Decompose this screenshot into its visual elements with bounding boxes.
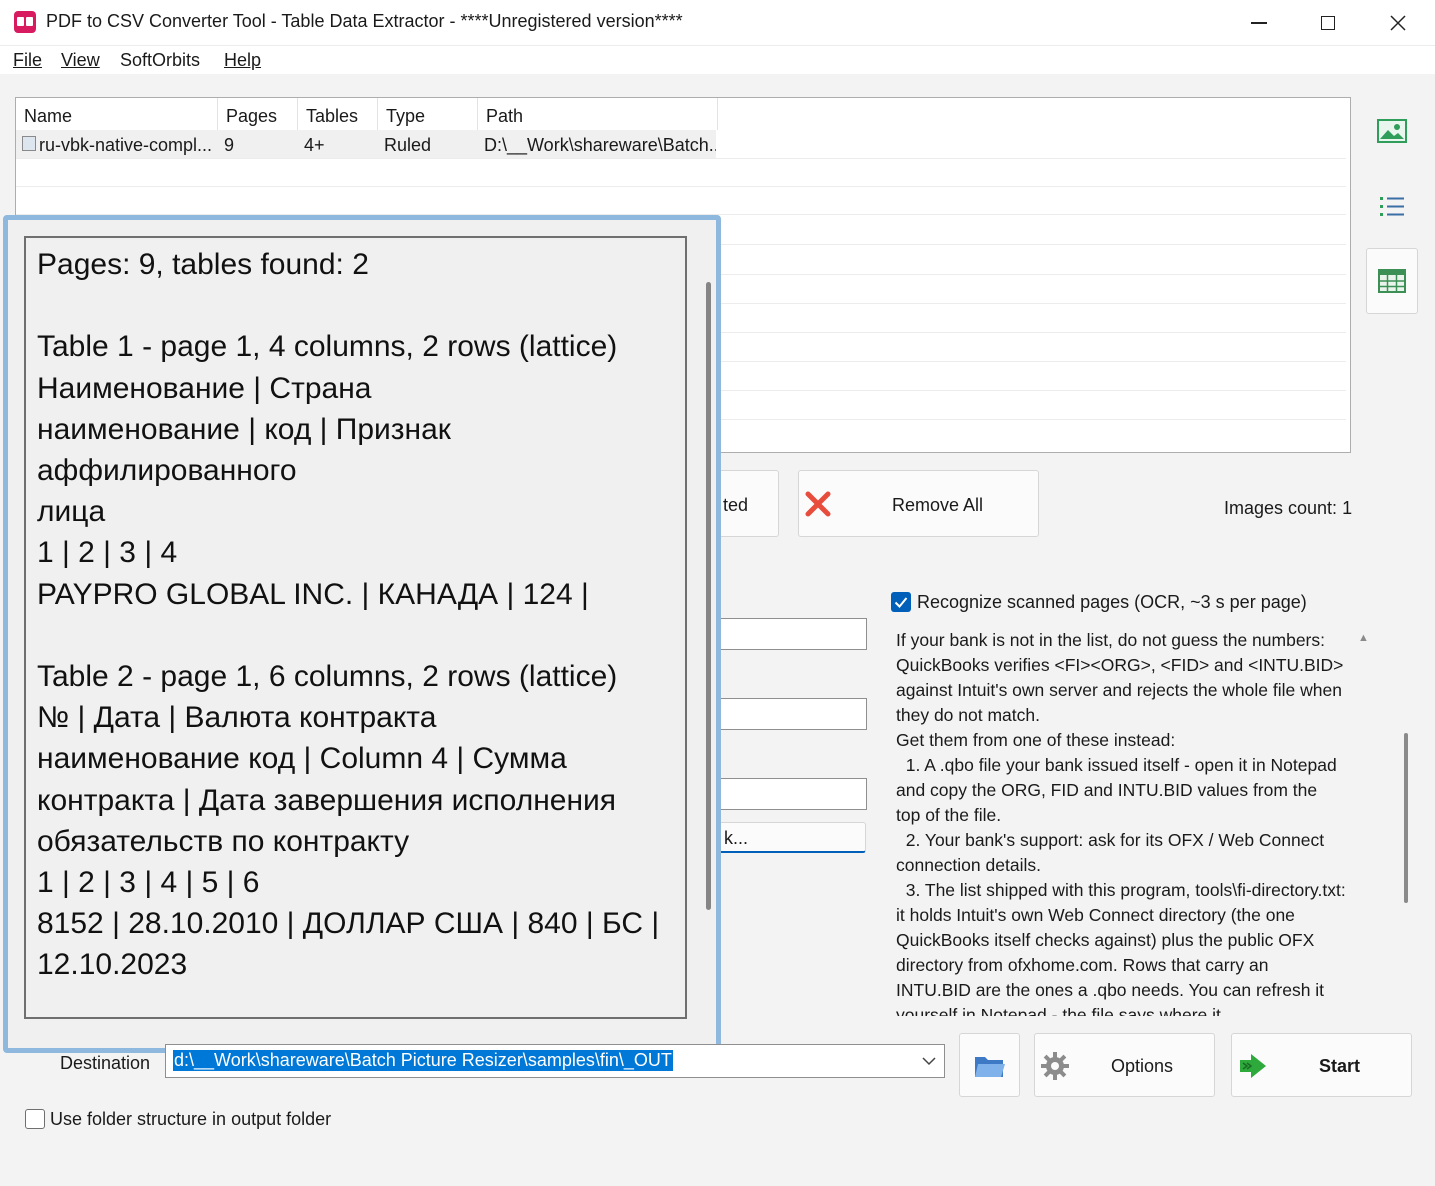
info-text-box[interactable]: If your bank is not in the list, do not … [890,626,1350,1016]
image-icon [1377,119,1407,143]
column-header-type[interactable]: Type [378,98,478,130]
minimize-button[interactable] [1224,0,1294,46]
scroll-up-icon[interactable]: ▲ [1358,632,1369,644]
info-scrollbar-thumb[interactable] [1404,733,1408,903]
view-list-button[interactable] [1366,173,1418,239]
chevron-down-icon[interactable] [922,1056,936,1066]
row-divider [16,158,1346,159]
title-bar: PDF to CSV Converter Tool - Table Data E… [0,0,1435,46]
table-preview-popup: Pages: 9, tables found: 2 Table 1 - page… [3,215,721,1053]
output-option-field-3[interactable] [700,778,867,810]
table-preview-content: Pages: 9, tables found: 2 Table 1 - page… [24,236,687,1019]
output-option-field-2[interactable] [700,698,867,730]
ocr-label: Recognize scanned pages (OCR, ~3 s per p… [917,592,1307,612]
folder-structure-checkbox[interactable] [25,1109,45,1129]
column-header-name[interactable]: Name [16,98,218,130]
browse-folder-button[interactable] [959,1033,1020,1097]
images-count: Images count: 1 [1224,498,1353,518]
browse-button[interactable]: k... [700,822,866,853]
table-preview-text: Pages: 9, tables found: 2 Table 1 - page… [37,248,660,982]
row-tables: 4+ [304,135,325,155]
list-icon [1380,197,1404,216]
close-button[interactable] [1363,0,1433,46]
menu-help[interactable]: Help [224,50,261,71]
column-header-tables[interactable]: Tables [298,98,378,130]
row-pages: 9 [224,135,235,155]
checkmark-icon [894,597,908,608]
popup-scrollbar-thumb[interactable] [706,282,711,910]
view-table-button[interactable] [1366,248,1418,314]
window-title: PDF to CSV Converter Tool - Table Data E… [46,11,683,31]
minimize-icon [1251,22,1267,24]
remove-icon [805,491,831,517]
table-icon [1378,269,1406,293]
row-divider [16,186,1346,187]
row-name: ru-vbk-native-compl... [39,135,213,155]
output-option-field-1[interactable] [700,618,867,650]
gear-icon [1041,1052,1069,1080]
destination-value: d:\__Work\shareware\Batch Picture Resize… [173,1050,673,1071]
view-thumbnails-button[interactable] [1366,98,1418,164]
options-button[interactable]: Options [1034,1033,1215,1097]
maximize-icon [1321,16,1335,30]
menu-softorbits[interactable]: SoftOrbits [120,50,200,71]
app-icon [14,11,36,33]
start-button[interactable]: Start [1231,1033,1412,1097]
column-header-pages[interactable]: Pages [218,98,298,130]
row-type: Ruled [384,135,432,155]
info-text: If your bank is not in the list, do not … [896,630,1346,1016]
column-header-path[interactable]: Path [478,98,718,130]
folder-structure-label: Use folder structure in output folder [50,1109,332,1129]
folder-icon [975,1057,1005,1077]
ocr-checkbox[interactable] [891,592,911,612]
destination-label: Destination [60,1053,151,1073]
menu-bar: File View SoftOrbits Help [0,46,1435,74]
remove-all-button[interactable]: Remove All [798,470,1039,537]
destination-combobox[interactable]: d:\__Work\shareware\Batch Picture Resize… [165,1044,945,1078]
menu-view[interactable]: View [61,50,100,71]
start-arrow-icon [1240,1054,1266,1078]
close-icon [1390,15,1406,31]
maximize-button[interactable] [1293,0,1363,46]
menu-file[interactable]: File [13,50,42,71]
row-path: D:\__Work\shareware\Batch... [484,135,716,155]
